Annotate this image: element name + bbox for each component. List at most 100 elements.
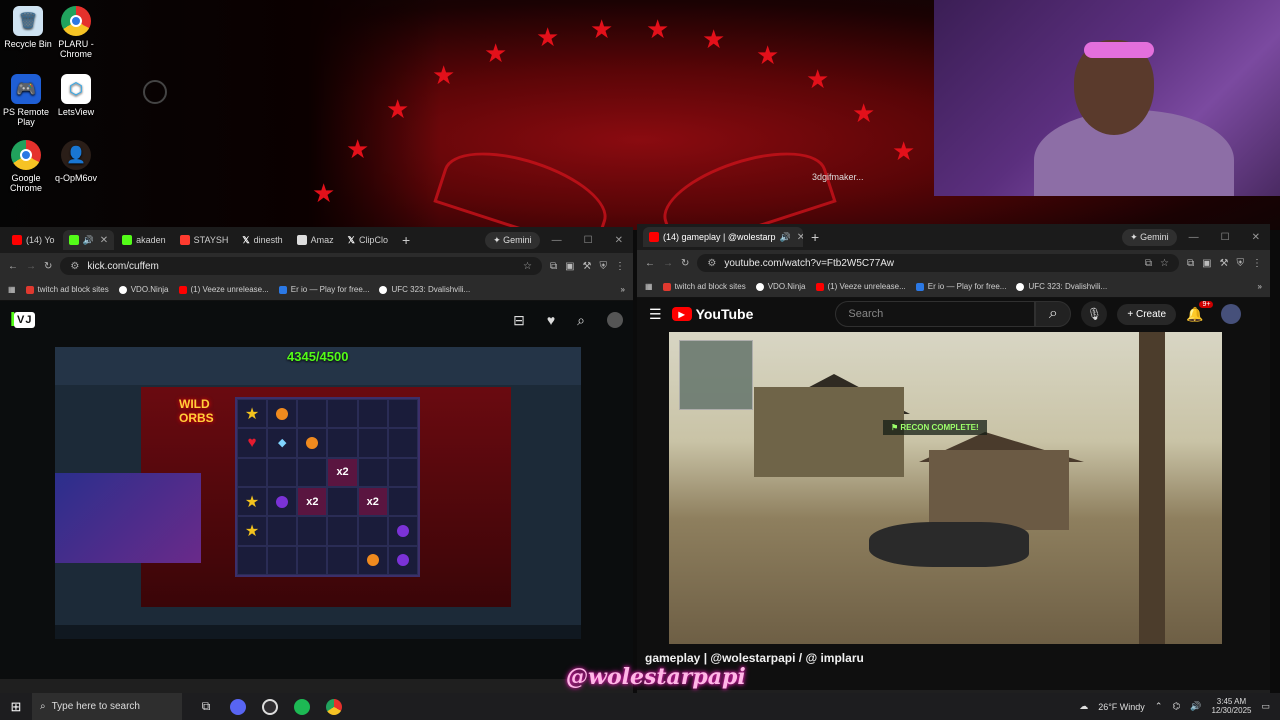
tab-youtube[interactable]: (14) Yo (6, 230, 61, 250)
taskbar-clock[interactable]: 3:45 AM 12/30/2025 (1211, 697, 1251, 716)
bookmark-item[interactable]: UFC 323: Dvalishvili... (379, 285, 470, 294)
apps-grid-icon[interactable]: ▦ (8, 285, 16, 294)
weather-text[interactable]: 26°F Windy (1098, 702, 1145, 712)
more-bookmarks-icon[interactable]: » (1258, 282, 1262, 291)
task-view-icon: ⧉ (201, 699, 211, 713)
site-info-icon[interactable]: ⚙ (707, 258, 716, 269)
search-button[interactable]: ⌕ (1035, 301, 1072, 327)
desktop-icon-ps-remote-play[interactable]: 🎮 PS Remote Play (0, 74, 54, 127)
close-window-button[interactable]: ✕ (605, 235, 633, 246)
desktop-icon-google-chrome[interactable]: Google Chrome (0, 140, 54, 193)
more-bookmarks-icon[interactable]: » (621, 285, 625, 294)
volume-icon[interactable]: 🔊 (1190, 701, 1201, 712)
obs-icon (262, 698, 278, 715)
menu-dots-icon[interactable]: ⋮ (615, 261, 625, 272)
streamer-watermark: @wolestarpapi (566, 664, 746, 690)
close-tab-icon[interactable]: ✕ (797, 232, 803, 243)
taskbar-app-chrome[interactable] (318, 693, 350, 720)
gemini-button[interactable]: ✦ Gemini (1122, 228, 1177, 246)
desktop-icon-letsview[interactable]: ⬡ LetsView (48, 74, 104, 117)
notifications-button[interactable]: 🔔 9+ (1186, 300, 1214, 323)
create-button[interactable]: + Create (1117, 303, 1177, 325)
game-hud-killfeed (681, 532, 771, 632)
desktop-screen: ★ ★ ★ ★ ★ ★ ★ ★ ★ ★ ★ ★ ★ 3dgifmaker... … (0, 0, 1280, 720)
address-url: youtube.com/watch?v=Ftb2W5C77Aw (724, 257, 894, 269)
back-icon[interactable]: ← (8, 261, 18, 272)
extensions-puzzle-icon[interactable]: ⚒ (583, 261, 592, 272)
tab-dinesth[interactable]: 𝕏dinesth (236, 230, 288, 250)
shield-icon[interactable]: ⛨ (600, 261, 608, 272)
bookmark-item[interactable]: VDO.Ninja (118, 285, 169, 294)
video-player[interactable]: ⚑ RECON COMPLETE! (669, 332, 1222, 644)
hamburger-menu-icon[interactable]: ☰ (649, 306, 662, 323)
weather-icon[interactable]: ☁ (1079, 701, 1088, 712)
bookmark-star-icon[interactable]: ☆ (1160, 258, 1169, 269)
bookmark-item[interactable]: VDO.Ninja (755, 282, 806, 291)
menu-dots-icon[interactable]: ⋮ (1252, 258, 1262, 269)
slot-game-logo: WILD ORBS (179, 397, 214, 425)
screenshot-icon[interactable]: ▣ (565, 261, 574, 272)
address-bar[interactable]: ⚙ kick.com/cuffem ☆ (60, 257, 542, 275)
extension-icon[interactable]: ⧉ (550, 261, 557, 272)
heart-icon[interactable]: ♥ (547, 312, 555, 329)
close-window-button[interactable]: ✕ (1242, 232, 1270, 243)
taskbar-app-obs[interactable] (254, 693, 286, 720)
reload-icon[interactable]: ↻ (44, 261, 52, 272)
search-input[interactable]: Search (835, 301, 1036, 327)
start-button[interactable]: ⊞ (0, 693, 32, 720)
address-url: kick.com/cuffem (87, 260, 159, 272)
voice-search-button[interactable]: 🎙 (1081, 301, 1108, 327)
taskbar-search[interactable]: ⌕ Type here to search (32, 693, 182, 720)
taskbar-app-spotify[interactable] (286, 693, 318, 720)
video-title: gameplay | @wolestarpapi / @ implaru (645, 651, 864, 665)
forward-icon[interactable]: → (26, 261, 36, 272)
reload-icon[interactable]: ↻ (681, 258, 689, 269)
bookmark-item[interactable]: (1) Veeze unrelease... (178, 285, 269, 294)
maximize-button[interactable]: ☐ (1211, 232, 1240, 243)
avatar[interactable] (607, 311, 623, 328)
browse-icon[interactable]: ⊟ (513, 312, 525, 329)
install-app-icon[interactable]: ⧉ (1145, 258, 1152, 269)
desktop-icon-user[interactable]: 👤 q-OpM6ov (48, 140, 104, 183)
bookmark-item[interactable]: Er io — Play for free... (278, 285, 369, 294)
address-bar[interactable]: ⚙ youtube.com/watch?v=Ftb2W5C77Aw ⧉ ☆ (697, 254, 1179, 272)
bookmark-item[interactable]: twitch ad block sites (662, 282, 746, 291)
minimize-button[interactable]: — (1179, 232, 1209, 243)
screenshot-icon[interactable]: ▣ (1202, 258, 1211, 269)
new-tab-button[interactable]: + (396, 232, 416, 248)
close-tab-icon[interactable]: ✕ (100, 235, 108, 246)
tab-kick-active[interactable]: 🔊 ✕ (62, 230, 115, 250)
tab-youtube-active[interactable]: (14) gameplay | @wolestarp 🔊 ✕ (643, 227, 803, 247)
back-icon[interactable]: ← (645, 258, 655, 269)
tray-overflow-icon[interactable]: ⌃ (1155, 701, 1163, 712)
stream-player[interactable]: WILD ORBS ★ ♥ ◆ x2 ★ x2 x2 ★ 4345/4500 (55, 347, 581, 639)
avatar[interactable] (1221, 304, 1242, 324)
notifications-icon[interactable]: ▭ (1261, 701, 1270, 712)
apps-grid-icon[interactable]: ▦ (645, 282, 653, 291)
forward-icon[interactable]: → (663, 258, 673, 269)
gemini-button[interactable]: ✦ Gemini (485, 231, 540, 249)
shield-icon[interactable]: ⛨ (1237, 258, 1245, 269)
bookmark-item[interactable]: (1) Veeze unrelease... (815, 282, 906, 291)
task-view-button[interactable]: ⧉ (190, 693, 222, 720)
new-tab-button[interactable]: + (805, 229, 825, 245)
network-icon[interactable]: ⌬ (1172, 701, 1180, 712)
bookmark-star-icon[interactable]: ☆ (523, 261, 532, 272)
tab-amazon[interactable]: Amaz (291, 230, 340, 250)
search-icon[interactable]: ⌕ (577, 312, 585, 329)
maximize-button[interactable]: ☐ (574, 235, 603, 246)
kick-logo[interactable]: KIVJ (10, 309, 36, 332)
extension-icon[interactable]: ⧉ (1187, 258, 1194, 269)
bookmark-item[interactable]: twitch ad block sites (25, 285, 109, 294)
tab-clipclo[interactable]: 𝕏 ClipClo (342, 230, 394, 250)
bookmark-item[interactable]: Er io — Play for free... (915, 282, 1006, 291)
bookmark-item[interactable]: UFC 323: Dvalishvili... (1016, 282, 1107, 291)
extensions-puzzle-icon[interactable]: ⚒ (1220, 258, 1229, 269)
tab-staysh[interactable]: STAYSH (174, 230, 235, 250)
tab-akaden[interactable]: akaden (116, 230, 172, 250)
taskbar-app-discord[interactable] (222, 693, 254, 720)
youtube-logo[interactable]: ▶ YouTube (671, 306, 753, 322)
desktop-icon-plaru-chrome[interactable]: PLARU - Chrome (48, 6, 104, 59)
site-info-icon[interactable]: ⚙ (70, 261, 79, 272)
minimize-button[interactable]: — (542, 235, 572, 246)
